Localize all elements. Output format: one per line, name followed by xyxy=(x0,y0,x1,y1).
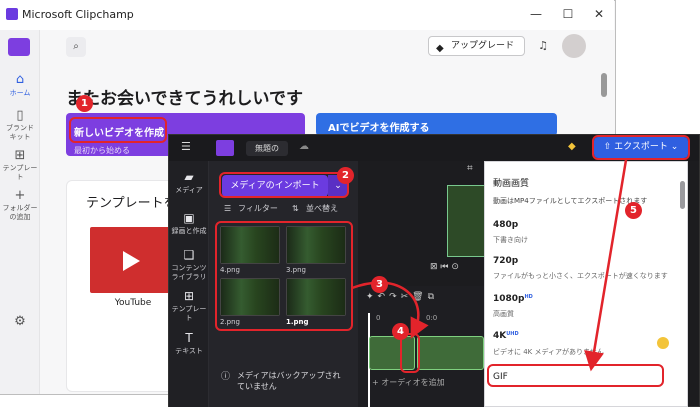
arrow-export-to-gif xyxy=(584,159,628,372)
step-badge: 5 xyxy=(625,202,642,219)
step-badge: 1 xyxy=(76,95,93,112)
step-badge: 4 xyxy=(392,323,409,340)
annotation-arrows xyxy=(351,159,628,372)
step-badge: 2 xyxy=(337,167,354,184)
step-badge: 3 xyxy=(371,276,388,293)
